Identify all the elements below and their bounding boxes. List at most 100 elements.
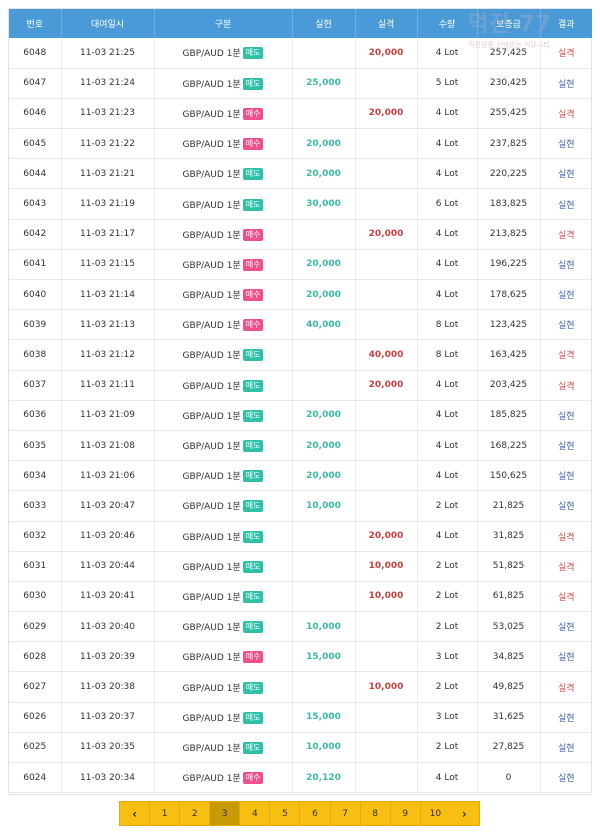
- product-name: GBP/AUD 1분: [182, 260, 241, 271]
- page-button-2[interactable]: 2: [180, 802, 211, 825]
- chevron-right-icon[interactable]: ›: [450, 802, 479, 825]
- cell-deposit: 53,025: [477, 611, 541, 643]
- cell-number: 6028: [9, 641, 62, 673]
- trade-history-panel: 번호 대여일시 구분 실현 실격 수량 보증금 결과 6048 11-03 21:…: [8, 8, 592, 795]
- table-row: 6026 11-03 20:37 GBP/AUD 1분 매도 15,000 3 Lot 31…: [9, 702, 592, 733]
- cell-category: GBP/AUD 1분 매수: [154, 249, 293, 281]
- page-button-3[interactable]: 3: [210, 802, 241, 825]
- cell-deposit: 31,625: [477, 702, 541, 733]
- cell-quantity: 2 Lot: [417, 671, 478, 703]
- cell-category: GBP/AUD 1분 매도: [154, 400, 293, 431]
- cell-number: 6041: [9, 249, 62, 281]
- table-row: 6025 11-03 20:35 GBP/AUD 1분 매도 10,000 2 Lot 27…: [9, 732, 592, 764]
- cell-realized: 20,000: [292, 279, 356, 311]
- cell-category: GBP/AUD 1분 매도: [154, 68, 293, 99]
- cell-category: GBP/AUD 1분 매수: [154, 279, 293, 311]
- cell-lost: [355, 732, 418, 764]
- cell-realized: [292, 370, 356, 401]
- cell-lost: 10,000: [355, 551, 418, 582]
- product-name: GBP/AUD 1분: [182, 562, 241, 573]
- header-category: 구분: [154, 9, 293, 38]
- cell-number: 6039: [9, 309, 62, 341]
- cell-number: 6030: [9, 581, 62, 613]
- cell-deposit: 203,425: [477, 370, 541, 401]
- product-name: GBP/AUD 1분: [182, 713, 241, 724]
- cell-result: 실현: [540, 641, 592, 673]
- table-row: 6024 11-03 20:34 GBP/AUD 1분 매수 20,120 4 Lot 0 실…: [9, 762, 592, 794]
- page-button-7[interactable]: 7: [331, 802, 361, 825]
- page-button-9[interactable]: 9: [391, 802, 421, 825]
- cell-deposit: 213,825: [477, 219, 541, 250]
- cell-realized: 25,000: [292, 68, 356, 99]
- cell-quantity: 4 Lot: [417, 249, 478, 281]
- table-row: 6046 11-03 21:23 GBP/AUD 1분 매수 20,000 4 Lot 25…: [9, 98, 592, 130]
- cell-realized: 20,000: [292, 249, 356, 281]
- cell-number: 6032: [9, 521, 62, 552]
- cell-number: 6045: [9, 128, 62, 160]
- cell-result: 실현: [540, 732, 592, 764]
- cell-deposit: 185,825: [477, 400, 541, 431]
- cell-realized: 10,000: [292, 611, 356, 643]
- chevron-left-icon[interactable]: ‹: [120, 802, 151, 825]
- cell-realized: [292, 339, 356, 371]
- cell-category: GBP/AUD 1분 매수: [154, 762, 293, 794]
- product-name: GBP/AUD 1분: [182, 140, 241, 151]
- cell-datetime: 11-03 21:22: [61, 128, 155, 160]
- sell-badge: 매도: [242, 590, 264, 603]
- cell-result: 실현: [540, 128, 592, 160]
- cell-quantity: 8 Lot: [417, 309, 478, 341]
- product-name: GBP/AUD 1분: [182, 381, 241, 392]
- product-name: GBP/AUD 1분: [182, 170, 241, 181]
- cell-category: GBP/AUD 1분 매수: [154, 219, 293, 250]
- cell-realized: 20,000: [292, 460, 356, 492]
- cell-result: 실격: [540, 370, 592, 401]
- product-name: GBP/AUD 1분: [182, 200, 241, 211]
- cell-category: GBP/AUD 1분 매도: [154, 521, 293, 552]
- cell-deposit: 27,825: [477, 732, 541, 764]
- cell-datetime: 11-03 21:17: [61, 219, 155, 250]
- cell-result: 실현: [540, 279, 592, 311]
- page-button-8[interactable]: 8: [361, 802, 391, 825]
- cell-number: 6036: [9, 400, 62, 431]
- cell-category: GBP/AUD 1분 매도: [154, 671, 293, 703]
- cell-realized: 20,000: [292, 128, 356, 160]
- cell-number: 6026: [9, 702, 62, 733]
- cell-realized: [292, 219, 356, 250]
- cell-quantity: 4 Lot: [417, 98, 478, 130]
- cell-number: 6047: [9, 68, 62, 99]
- buy-badge: 매수: [242, 319, 264, 332]
- product-name: GBP/AUD 1분: [182, 743, 241, 754]
- cell-deposit: 168,225: [477, 430, 541, 462]
- cell-deposit: 255,425: [477, 98, 541, 130]
- cell-number: 6034: [9, 460, 62, 492]
- cell-lost: [355, 279, 418, 311]
- cell-category: GBP/AUD 1분 매수: [154, 128, 293, 160]
- sell-badge: 매도: [242, 500, 264, 513]
- cell-category: GBP/AUD 1분 매수: [154, 98, 293, 130]
- cell-category: GBP/AUD 1분 매도: [154, 611, 293, 643]
- cell-lost: [355, 188, 418, 220]
- table-row: 6037 11-03 21:11 GBP/AUD 1분 매도 20,000 4 Lot 20…: [9, 370, 592, 401]
- cell-datetime: 11-03 21:24: [61, 68, 155, 99]
- page-button-6[interactable]: 6: [300, 802, 331, 825]
- cell-lost: 20,000: [355, 521, 418, 552]
- cell-number: 6027: [9, 671, 62, 703]
- cell-category: GBP/AUD 1분 매도: [154, 702, 293, 733]
- page-button-10[interactable]: 10: [421, 802, 450, 825]
- cell-result: 실현: [540, 158, 592, 190]
- cell-category: GBP/AUD 1분 매도: [154, 188, 293, 220]
- page-button-5[interactable]: 5: [270, 802, 301, 825]
- cell-result: 실격: [540, 219, 592, 250]
- cell-quantity: 3 Lot: [417, 702, 478, 733]
- page-button-1[interactable]: 1: [150, 802, 181, 825]
- page-button-4[interactable]: 4: [240, 802, 271, 825]
- cell-quantity: 4 Lot: [417, 38, 478, 69]
- cell-datetime: 11-03 20:39: [61, 641, 155, 673]
- cell-datetime: 11-03 20:37: [61, 702, 155, 733]
- cell-number: 6024: [9, 762, 62, 794]
- sell-badge: 매도: [242, 560, 264, 573]
- cell-datetime: 11-03 21:13: [61, 309, 155, 341]
- cell-realized: 20,120: [292, 762, 356, 794]
- table-row: 6041 11-03 21:15 GBP/AUD 1분 매수 20,000 4 Lot 19…: [9, 249, 592, 281]
- cell-result: 실현: [540, 400, 592, 431]
